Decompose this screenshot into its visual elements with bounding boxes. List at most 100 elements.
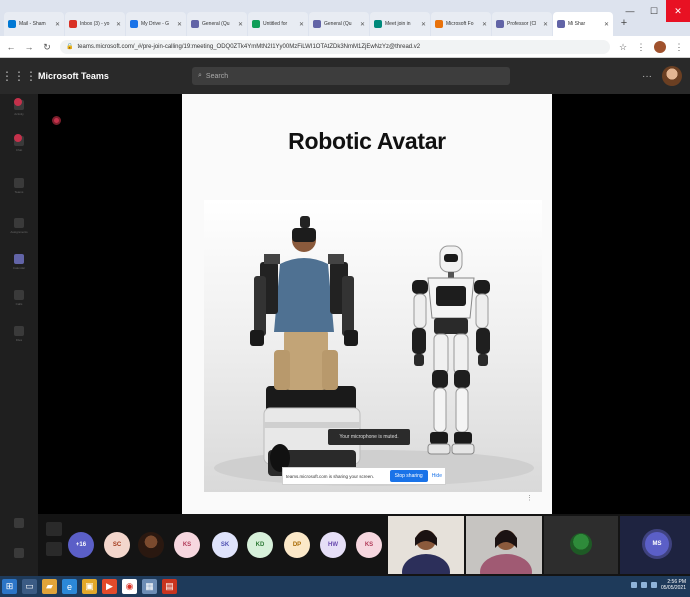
browser-menu-icon[interactable]: ⋮ bbox=[674, 42, 684, 52]
clock[interactable]: 2:56 PM 05/05/2021 bbox=[661, 579, 686, 591]
robot-illustration bbox=[214, 216, 534, 486]
tab-close-icon[interactable]: ✕ bbox=[238, 21, 243, 28]
browser-tab[interactable]: General (Qu ✕ bbox=[309, 12, 369, 36]
participant-tile[interactable]: MS bbox=[620, 516, 690, 574]
browser-profile-avatar[interactable] bbox=[654, 40, 666, 53]
window-controls: — ☐ ✕ bbox=[618, 0, 690, 22]
rail-item-assignments[interactable]: Assignments bbox=[8, 218, 30, 234]
browser-tab[interactable]: Microsoft Fo ✕ bbox=[431, 12, 491, 36]
participants-strip: MS +16 SC KS SK KD DP HW KS bbox=[38, 514, 690, 576]
hide-button[interactable]: Hide bbox=[432, 473, 442, 479]
tab-close-icon[interactable]: ✕ bbox=[482, 21, 487, 28]
participant-tile[interactable] bbox=[544, 516, 618, 574]
url-field[interactable]: 🔒 teams.microsoft.com/_#/pre-join-callin… bbox=[60, 39, 610, 54]
rail-item-calendar[interactable]: Calendar bbox=[8, 254, 30, 270]
tab-title: General (Qu bbox=[324, 21, 352, 27]
browser-tab[interactable]: Professor (Cl ✕ bbox=[492, 12, 552, 36]
reload-icon[interactable]: ↻ bbox=[42, 42, 52, 52]
tab-close-icon[interactable]: ✕ bbox=[299, 21, 304, 28]
browser-tab[interactable]: General (Qu ✕ bbox=[187, 12, 247, 36]
start-icon[interactable]: ⊞ bbox=[2, 579, 17, 594]
mic-muted-toast: Your microphone is muted. bbox=[328, 429, 410, 445]
app-icon[interactable]: ▦ bbox=[142, 579, 157, 594]
tab-favicon-icon bbox=[496, 20, 504, 28]
search-input[interactable]: ⌕ Search bbox=[192, 67, 510, 85]
stop-sharing-button[interactable]: Stop sharing bbox=[389, 470, 428, 482]
volume-icon[interactable] bbox=[640, 582, 647, 588]
tab-title: Untitled for bbox=[263, 21, 288, 27]
help-icon-glyph bbox=[14, 548, 24, 558]
browser-tab[interactable]: Mi Shar ✕ bbox=[553, 12, 613, 36]
participant-video-tile[interactable] bbox=[466, 516, 542, 574]
chrome-icon[interactable]: ◉ bbox=[122, 579, 137, 594]
tab-favicon-icon bbox=[69, 20, 77, 28]
close-window-icon[interactable]: ✕ bbox=[666, 0, 690, 22]
device-settings-icon[interactable] bbox=[46, 542, 62, 556]
slide-nav-icon[interactable]: ⋮ bbox=[526, 494, 533, 502]
help-icon[interactable] bbox=[8, 548, 30, 558]
folder-icon[interactable]: ▣ bbox=[82, 579, 97, 594]
tab-close-icon[interactable]: ✕ bbox=[177, 21, 182, 28]
browser-tab[interactable]: Meet join in ✕ bbox=[370, 12, 430, 36]
network-icon[interactable] bbox=[630, 582, 637, 588]
pdf-icon[interactable]: ▤ bbox=[162, 579, 177, 594]
more-actions-icon[interactable] bbox=[46, 522, 62, 536]
rail-item-label: Assignments bbox=[10, 230, 28, 234]
browser-tab[interactable]: My Drive - G ✕ bbox=[126, 12, 186, 36]
rail-item-files[interactable]: Files bbox=[8, 326, 30, 342]
browser-tab[interactable]: Untitled for ✕ bbox=[248, 12, 308, 36]
tab-close-icon[interactable]: ✕ bbox=[421, 21, 426, 28]
back-icon[interactable]: ← bbox=[6, 42, 16, 52]
task-view-icon[interactable]: ▭ bbox=[22, 579, 37, 594]
robot-photo: Your microphone is muted. teams.microsof… bbox=[204, 200, 542, 492]
media-icon[interactable]: ▶ bbox=[102, 579, 117, 594]
user-avatar[interactable] bbox=[662, 66, 682, 86]
apps-icon[interactable] bbox=[8, 518, 30, 528]
participant-avatar[interactable]: KS bbox=[356, 532, 382, 558]
participant-video-tile[interactable] bbox=[388, 516, 464, 574]
tab-close-icon[interactable]: ✕ bbox=[543, 21, 548, 28]
extensions-icon[interactable]: ⋮ bbox=[636, 42, 646, 52]
share-message: teams.microsoft.com is sharing your scre… bbox=[286, 473, 375, 479]
tab-close-icon[interactable]: ✕ bbox=[55, 21, 60, 28]
tab-title: Mail - Sham bbox=[19, 21, 46, 27]
tab-close-icon[interactable]: ✕ bbox=[116, 21, 121, 28]
star-icon[interactable]: ☆ bbox=[618, 42, 628, 52]
participant-avatar[interactable]: KS bbox=[174, 532, 200, 558]
file-explorer-icon[interactable]: ▰ bbox=[42, 579, 57, 594]
participant-avatar[interactable]: HW bbox=[320, 532, 346, 558]
more-participants-badge[interactable]: +16 bbox=[68, 532, 94, 558]
tab-close-icon[interactable]: ✕ bbox=[360, 21, 365, 28]
teams-header: ⋮⋮⋮ Microsoft Teams ⌕ Search ··· bbox=[0, 58, 690, 94]
lock-icon: 🔒 bbox=[66, 44, 74, 50]
rail-item-calls[interactable]: Calls bbox=[8, 290, 30, 306]
forward-icon[interactable]: → bbox=[24, 42, 34, 52]
url-text: teams.microsoft.com/_#/pre-join-calling/… bbox=[77, 43, 421, 50]
tab-favicon-icon bbox=[8, 20, 16, 28]
participant-avatar[interactable]: DP bbox=[284, 532, 310, 558]
edge-icon[interactable]: e bbox=[62, 579, 77, 594]
screen-share-bar: teams.microsoft.com is sharing your scre… bbox=[282, 467, 446, 485]
tab-title: General (Qu bbox=[202, 21, 230, 27]
participant-photo-avatar[interactable] bbox=[138, 532, 164, 558]
battery-icon[interactable] bbox=[650, 582, 657, 588]
rail-item-label: Chat bbox=[15, 148, 23, 152]
app-launcher-icon[interactable]: ⋮⋮⋮ bbox=[0, 69, 38, 83]
browser-tab[interactable]: Inbox (3) - yo ✕ bbox=[65, 12, 125, 36]
calendar-icon bbox=[14, 254, 24, 264]
more-options-icon[interactable]: ··· bbox=[642, 71, 652, 82]
browser-tab[interactable]: Mail - Sham ✕ bbox=[4, 12, 64, 36]
tab-title: Inbox (3) - yo bbox=[80, 21, 110, 27]
participant-avatar[interactable]: SK bbox=[212, 532, 238, 558]
tab-title: Meet join in bbox=[385, 21, 411, 27]
meeting-stage: Robotic Avatar Your microphone is muted.… bbox=[38, 94, 690, 514]
rail-item-label: Calls bbox=[15, 302, 23, 306]
tab-title: Mi Shar bbox=[568, 21, 586, 27]
participant-avatar[interactable]: SC bbox=[104, 532, 130, 558]
maximize-icon[interactable]: ☐ bbox=[642, 0, 666, 22]
participant-avatar[interactable]: KD bbox=[247, 532, 273, 558]
minimize-icon[interactable]: — bbox=[618, 0, 642, 22]
rail-item-teams[interactable]: Teams bbox=[8, 178, 30, 194]
tab-favicon-icon bbox=[130, 20, 138, 28]
tab-close-icon[interactable]: ✕ bbox=[604, 21, 609, 28]
